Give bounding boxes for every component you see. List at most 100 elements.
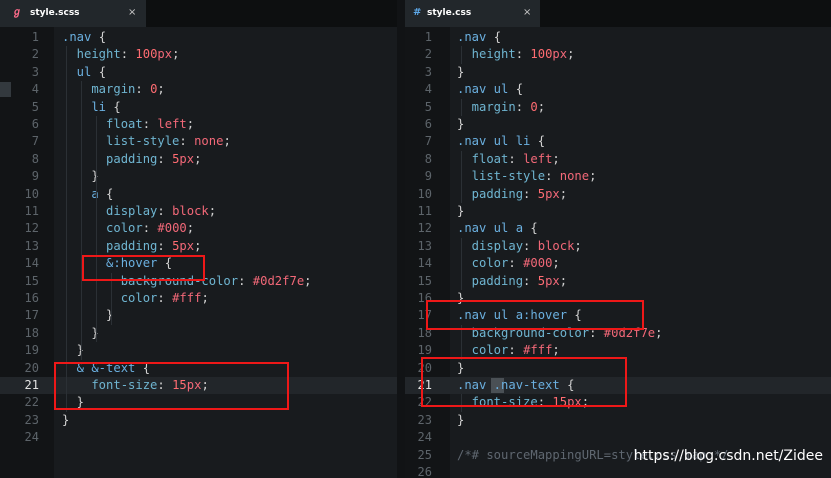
left-tab-bar: ℊ style.scss × [0,0,397,27]
line-number: 11 [24,204,39,218]
code-token: #000 [523,256,553,271]
code-line: height: 100px; [62,46,180,63]
line-number: 10 [24,186,39,201]
code-line: list-style: none; [457,168,597,185]
code-token: #fff [523,343,553,358]
line-number: 23 [24,412,39,427]
code-line: } [62,412,69,429]
highlight-box-hover [82,255,205,281]
sass-icon: ℊ [12,7,22,18]
code-token: block [172,204,209,218]
code-token: } [457,64,465,79]
code-line: a { [62,186,113,203]
code-token: #0d2f7e [252,273,305,288]
line-number: 3 [31,64,39,79]
code-token: ; [201,291,209,305]
code-token: height [62,47,121,62]
code-token: 100 [135,47,158,62]
code-token: list-style [457,169,546,184]
code-line: } [457,412,464,429]
css-editor[interactable]: 1 .nav {2 height: 100px; 3} 4 .nav ul {5 mar… [405,27,831,478]
code-token: .nav ul a [457,221,524,236]
code-token: } [62,412,70,427]
split-editor-window: ℊ style.scss × # style.css × 1 .nav {2 he… [0,0,831,478]
line-number: 12 [24,221,39,236]
line-number: 25 [417,447,432,462]
tab-style-css[interactable]: # style.css × [405,0,540,27]
code-line: color: #000; [457,255,560,272]
code-token: : [508,343,524,358]
code-token: : [238,273,253,288]
code-token: ; [559,273,568,288]
line-number: 2 [31,47,39,62]
code-token: : [142,221,158,236]
code-token: ; [567,47,575,62]
code-token: float [62,117,143,131]
code-line: display: block; [457,238,582,255]
indent-guide [461,150,462,203]
code-token: margin [457,99,516,114]
line-number: 20 [24,360,39,375]
scss-editor[interactable]: 1 .nav {2 height: 100px; 3 ul {4 margin: 0… [0,27,397,478]
line-number: 26 [417,465,432,478]
line-number: 15 [417,273,432,288]
code-token: ; [589,169,597,184]
code-token: : [515,47,531,62]
code-line: } [457,116,464,133]
code-token: { [106,99,121,114]
code-line: li { [62,99,121,116]
code-token: ; [552,343,560,358]
code-token: padding [457,186,524,201]
line-number: 24 [417,430,432,445]
line-number: 5 [424,99,432,114]
code-token: display [457,238,524,253]
tab-style-scss[interactable]: ℊ style.scss × [0,0,146,27]
close-icon[interactable]: × [523,6,531,20]
code-line: .nav ul { [457,81,523,98]
line-number: 8 [424,151,432,166]
close-icon[interactable]: × [128,6,136,20]
code-token: color [457,343,509,358]
code-token: ; [186,221,195,236]
code-token: margin [62,82,136,97]
pane-divider[interactable] [397,0,405,478]
code-line: padding: 5px; [457,186,567,203]
code-token: { [523,221,538,236]
code-token: display [62,204,158,218]
line-number: 14 [417,256,432,271]
watermark-text: https://blog.csdn.net/Zidee [633,448,823,464]
css-hash-icon: # [413,7,422,18]
line-number: 2 [424,47,432,62]
code-token: #000 [157,221,187,236]
line-number: 5 [31,99,39,114]
indent-guide [461,324,462,360]
code-token: 5 [537,273,546,288]
code-token: float [457,151,509,166]
highlight-box-text [421,357,627,407]
code-token: px [552,47,568,62]
line-number: 19 [24,343,39,358]
tab-label: style.css [427,8,472,18]
line-number: 18 [24,325,39,340]
code-token: : [515,99,531,114]
code-line: .nav { [62,29,106,46]
code-token: 5 [537,186,546,201]
code-token: } [62,308,114,323]
code-token: padding [62,151,158,166]
code-token: : [523,186,538,201]
indent-guide [461,98,462,116]
line-number: 4 [31,82,39,97]
code-token: ; [304,273,312,288]
code-token: { [91,64,107,79]
code-token: 100 [530,47,553,62]
line-number: 22 [24,395,39,410]
code-token: : [157,151,173,166]
code-token: : [523,273,538,288]
code-token: { [530,134,546,149]
highlight-box-hover [426,300,644,330]
line-number: 13 [24,238,39,253]
code-line: .nav { [457,29,501,46]
code-token: ; [172,47,180,62]
code-line: height: 100px; [457,46,575,63]
code-token: .nav [62,30,92,44]
